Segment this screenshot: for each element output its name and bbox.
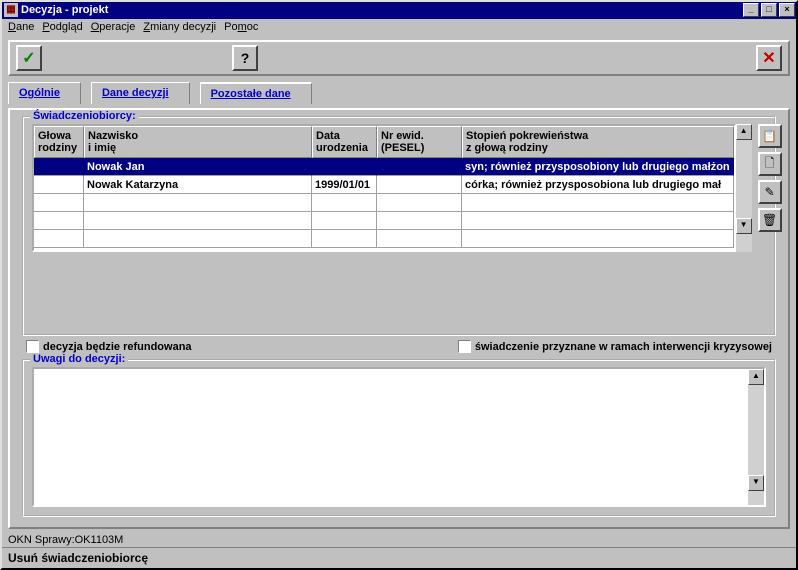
close-icon: ✕	[762, 48, 775, 68]
help-button[interactable]: ?	[232, 45, 258, 71]
textarea-scrollbar[interactable]: ▲ ▼	[748, 369, 764, 505]
tab-pozostale-dane[interactable]: Pozostałe dane	[200, 82, 312, 104]
toolbar: ✓ ? ✕	[8, 40, 790, 76]
check-icon: ✓	[22, 48, 35, 68]
group-remarks-legend: Uwagi do decyzji:	[30, 353, 128, 365]
menu-pomoc[interactable]: Pomoc	[224, 21, 258, 33]
trash-icon: 🗑	[762, 213, 777, 227]
document-icon: 🗋	[765, 154, 775, 175]
copy-icon: 📋	[762, 129, 777, 143]
tab-dane-decyzji[interactable]: Dane decyzji	[91, 82, 190, 104]
menubar: Dane Podgląd Operacje Zmiany decyzji Pom…	[2, 19, 796, 36]
app-icon: ▦	[4, 3, 18, 17]
new-button[interactable]: 🗋	[758, 152, 782, 176]
minimize-button[interactable]: _	[743, 3, 759, 17]
window-title: Decyzja - projekt	[21, 4, 108, 16]
table-scrollbar[interactable]: ▲ ▼	[736, 124, 752, 252]
crisis-intervention-checkbox[interactable]: świadczenie przyznane w ramach interwenc…	[458, 340, 772, 353]
question-icon: ?	[241, 50, 250, 66]
menu-zmiany[interactable]: Zmiany decyzji	[143, 21, 216, 33]
table-row[interactable]: Nowak Katarzyna 1999/01/01 córka; równie…	[34, 176, 734, 194]
edit-icon: ✎	[765, 185, 775, 199]
ok-button[interactable]: ✓	[16, 45, 42, 71]
scroll-down-icon[interactable]: ▼	[736, 218, 752, 234]
group-recipients-legend: Świadczeniobiorcy:	[30, 110, 139, 122]
remarks-textarea[interactable]: ▲ ▼	[32, 367, 766, 507]
refund-checkbox[interactable]: decyzja będzie refundowana	[26, 340, 192, 353]
recipients-table[interactable]: Głowarodziny Nazwiskoi imię Dataurodzeni…	[32, 124, 736, 252]
menu-dane[interactable]: Dane	[8, 21, 34, 33]
close-button[interactable]: ×	[779, 3, 795, 17]
scroll-up-icon[interactable]: ▲	[736, 124, 752, 140]
scroll-up-icon[interactable]: ▲	[748, 369, 764, 385]
copy-button[interactable]: 📋	[758, 124, 782, 148]
scroll-down-icon[interactable]: ▼	[748, 475, 764, 491]
tab-ogolnie[interactable]: Ogólnie	[8, 82, 81, 104]
titlebar: ▦ Decyzja - projekt _ □ ×	[2, 2, 796, 19]
status-bar: Usuń świadczeniobiorcę	[2, 547, 796, 568]
checkbox-icon	[26, 340, 39, 353]
checkbox-icon	[458, 340, 471, 353]
edit-button[interactable]: ✎	[758, 180, 782, 204]
okn-status: OKN Sprawy:OK1103M	[2, 533, 796, 547]
cancel-button[interactable]: ✕	[756, 45, 782, 71]
menu-podglad[interactable]: Podgląd	[42, 21, 82, 33]
menu-operacje[interactable]: Operacje	[91, 21, 136, 33]
tabstrip: Ogólnie Dane decyzji Pozostałe dane	[8, 82, 790, 104]
table-row[interactable]: Nowak Jan syn; również przysposobiony lu…	[34, 158, 734, 176]
maximize-button[interactable]: □	[761, 3, 777, 17]
delete-button[interactable]: 🗑	[758, 208, 782, 232]
